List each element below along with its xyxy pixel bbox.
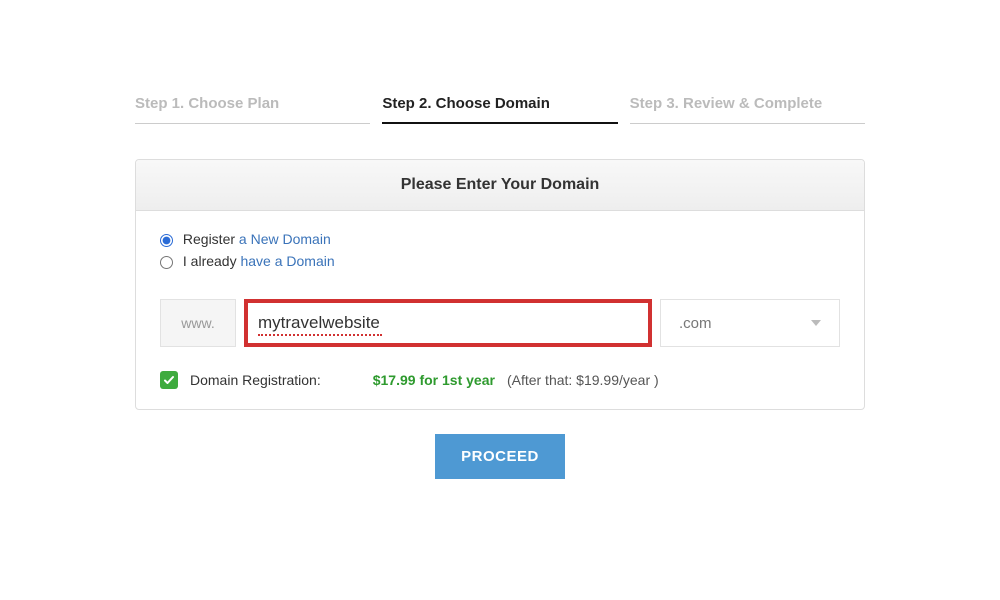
www-prefix: www. xyxy=(160,299,236,347)
domain-input-highlight xyxy=(244,299,652,347)
step-2[interactable]: Step 2. Choose Domain xyxy=(382,95,617,124)
option-register-label: Register xyxy=(183,231,235,247)
tld-select[interactable]: .com xyxy=(660,299,840,347)
option-have-row[interactable]: I already have a Domain xyxy=(160,253,840,269)
option-register-radio[interactable] xyxy=(160,234,173,247)
registration-label: Domain Registration: xyxy=(190,372,321,388)
step-1[interactable]: Step 1. Choose Plan xyxy=(135,95,370,124)
option-have-link[interactable]: have a Domain xyxy=(237,253,335,269)
option-have-label: I already xyxy=(183,253,237,269)
price-after: (After that: $19.99/year ) xyxy=(507,372,659,388)
domain-row: www. .com xyxy=(160,299,840,347)
price-row: Domain Registration: $17.99 for 1st year… xyxy=(160,371,840,389)
domain-card: Please Enter Your Domain Register a New … xyxy=(135,159,865,410)
tld-value: .com xyxy=(679,315,712,332)
domain-input[interactable] xyxy=(258,313,638,333)
checkbox-checked-icon[interactable] xyxy=(160,371,178,389)
option-have-radio[interactable] xyxy=(160,256,173,269)
proceed-button[interactable]: PROCEED xyxy=(435,434,565,479)
card-title: Please Enter Your Domain xyxy=(136,160,864,211)
step-3[interactable]: Step 3. Review & Complete xyxy=(630,95,865,124)
spellcheck-underline xyxy=(258,334,382,336)
chevron-down-icon xyxy=(811,320,821,326)
step-tabs: Step 1. Choose Plan Step 2. Choose Domai… xyxy=(135,95,865,124)
price-first-year: $17.99 for 1st year xyxy=(373,372,495,388)
option-register-row[interactable]: Register a New Domain xyxy=(160,231,840,247)
option-register-link[interactable]: a New Domain xyxy=(235,231,331,247)
